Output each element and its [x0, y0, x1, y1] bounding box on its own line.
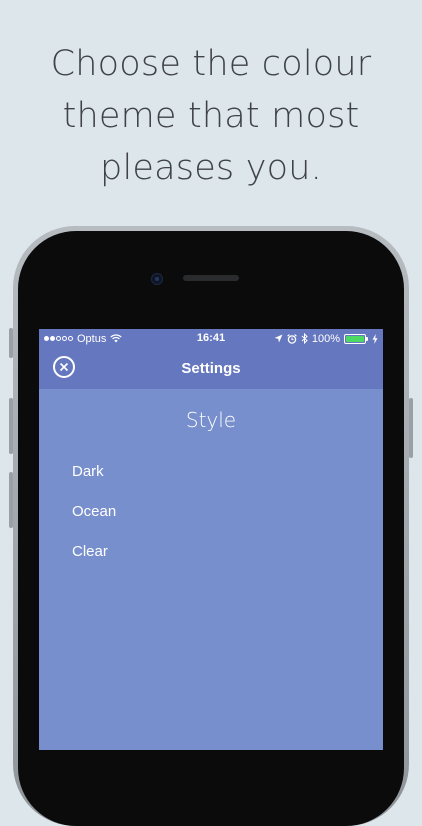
status-right: 100% [274, 333, 378, 345]
nav-title: Settings [181, 360, 241, 377]
headline-line-2: theme that most [62, 96, 360, 136]
bluetooth-icon [301, 333, 308, 344]
style-option-dark[interactable]: Dark [39, 452, 383, 492]
mute-switch [9, 328, 13, 358]
location-arrow-icon [274, 334, 283, 343]
power-button [409, 398, 413, 458]
headline-line-3: pleases you. [100, 148, 322, 188]
charging-bolt-icon [372, 333, 378, 344]
signal-strength-icon [44, 336, 73, 341]
style-option-clear[interactable]: Clear [39, 532, 383, 572]
headline-line-1: Choose the colour [50, 44, 372, 84]
phone-screen: Optus 16:41 100% Settings Style Dark Oce… [39, 329, 383, 750]
volume-down-button [9, 472, 13, 528]
style-option-ocean[interactable]: Ocean [39, 492, 383, 532]
style-options-list: Dark Ocean Clear [39, 452, 383, 572]
alarm-icon [287, 333, 297, 344]
status-bar: Optus 16:41 100% [39, 329, 383, 348]
nav-bar: Settings [39, 348, 383, 389]
wifi-icon [110, 334, 123, 343]
carrier-label: Optus [77, 332, 107, 345]
volume-up-button [9, 398, 13, 454]
status-left: Optus [44, 332, 123, 345]
style-section-title: Style [185, 408, 237, 432]
battery-percent: 100% [311, 332, 340, 345]
earpiece-speaker [183, 275, 239, 281]
close-button[interactable] [53, 356, 75, 378]
battery-icon [344, 333, 368, 344]
close-icon [59, 362, 69, 372]
front-camera [151, 273, 163, 285]
promo-headline: Choose the colour theme that most please… [0, 38, 422, 194]
